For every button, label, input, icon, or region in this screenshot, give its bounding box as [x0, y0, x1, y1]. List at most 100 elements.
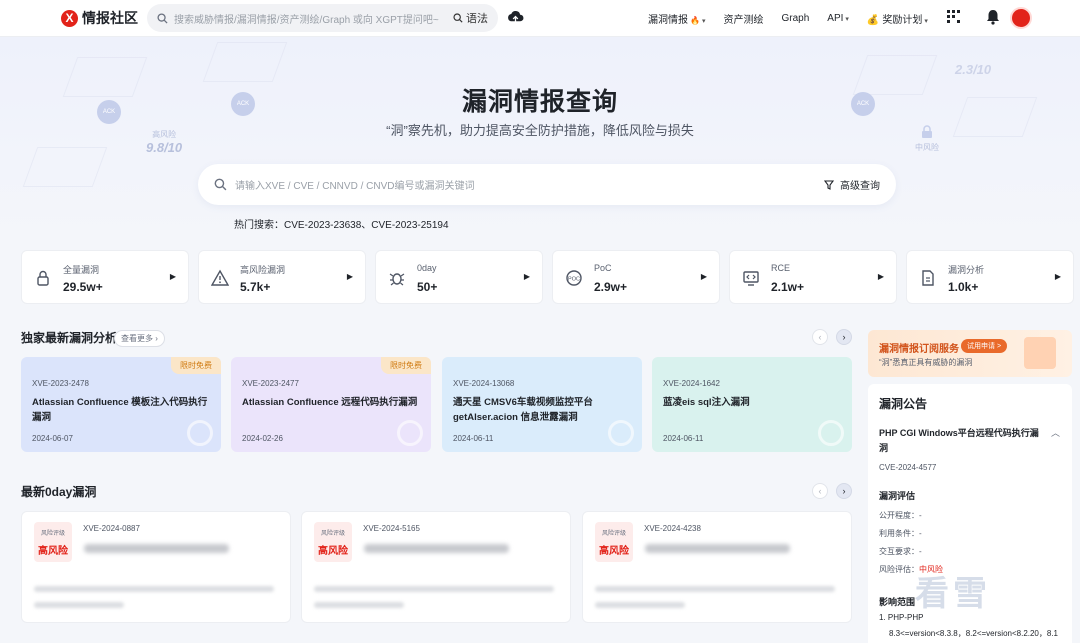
risk-level: 高风险 [318, 546, 348, 557]
eval-key: 公开程度： [879, 511, 919, 520]
prev-page-button[interactable]: ‹ [812, 329, 828, 345]
stat-label: RCE [771, 263, 791, 273]
risk-label: 风险评级 [320, 531, 345, 537]
top-header: X 情报社区 搜索威胁情报/漏洞情报/资产测绘/Graph 或向 XGPT提问吧… [0, 0, 1080, 37]
next-page-button[interactable]: › [836, 483, 852, 499]
zeroday-card[interactable]: 风险评级 高风险 XVE-2024-4238 [582, 511, 852, 623]
nav-vuln-intel-label: 漏洞情报 [648, 15, 688, 26]
hero-section: ACK ACK ACK 高风险 9.8/10 中风险 2.3/10 漏洞情报查询… [0, 37, 1080, 247]
page-subtitle: “洞”察先机，助力提高安全防护措施，降低风险与损失 [386, 123, 694, 138]
apps-grid-icon[interactable] [946, 9, 962, 25]
notice-vuln-title[interactable]: PHP CGI Windows平台远程代码执行漏洞 [879, 426, 1047, 456]
analysis-card[interactable]: XVE-2024-13068 通天星 CMSV6车载视频监控平台 getAlse… [442, 357, 642, 452]
notice-vuln-id: CVE-2024-4577 [879, 463, 937, 472]
decor-high-risk-score: 9.8/10 [146, 140, 183, 155]
vuln-title: 通天星 CMSV6车载视频监控平台 getAlser.acion 信息泄露漏洞 [453, 397, 593, 423]
arrow-right-icon: ▶ [700, 272, 707, 281]
banner-desc: “洞”悉真正具有威胁的漏洞 [879, 358, 973, 367]
view-more-link[interactable]: 查看更多 › [114, 330, 165, 347]
nav-rewards-label: 奖励计划 [882, 15, 923, 26]
analysis-card[interactable]: 限时免费 XVE-2023-2478 Atlassian Confluence … [21, 357, 221, 452]
vuln-date: 2024-06-11 [453, 434, 494, 443]
eval-value: - [919, 547, 922, 556]
stat-card-rce[interactable]: RCE 2.1w+ ▶ [729, 250, 897, 304]
code-icon [743, 271, 759, 286]
arrow-right-icon: ▶ [169, 272, 176, 281]
blurred-title [364, 544, 509, 553]
range-detail: 8.3<=version<8.3.8，8.2<=version<8.2.20，8… [889, 629, 1059, 638]
chevron-down-icon: ▾ [701, 18, 706, 25]
stats-row: 全量漏洞 29.5w+ ▶ 高风险漏洞 5.7k+ ▶ 0day 50+ ▶ P… [21, 250, 1074, 304]
stat-card-all[interactable]: 全量漏洞 29.5w+ ▶ [21, 250, 189, 304]
stat-value: 2.9w+ [594, 280, 628, 294]
next-page-button[interactable]: › [836, 329, 852, 345]
range-title: 影响范围 [879, 597, 916, 607]
main-nav: 漏洞情报 🔥 ▾ 资产测绘 Graph API ▾ 💰 奖励计划 ▾ [648, 0, 928, 37]
lock-icon [37, 270, 49, 286]
syntax-button[interactable]: 语法 [453, 10, 488, 26]
lock-watermark-icon [397, 420, 423, 446]
search-icon [214, 178, 227, 191]
stat-label: 漏洞分析 [948, 265, 985, 275]
analysis-card[interactable]: 限时免费 XVE-2023-2477 Atlassian Confluence … [231, 357, 431, 452]
decor-faded-score-text: 2.3/10 [955, 62, 992, 77]
nav-asset-mapping[interactable]: 资产测绘 [723, 11, 763, 26]
vuln-search-input[interactable]: 请输入XVE / CVE / CNNVD / CNVD编号或漏洞关键词 高级查询 [198, 164, 896, 205]
stat-card-poc[interactable]: POC PoC 2.9w+ ▶ [552, 250, 720, 304]
arrow-right-icon: ▶ [877, 272, 884, 281]
document-icon [922, 270, 934, 286]
eval-row: 公开程度：- [879, 510, 922, 521]
stat-value: 50+ [417, 280, 438, 294]
stat-value: 2.1w+ [771, 280, 805, 294]
nav-graph[interactable]: Graph [781, 13, 809, 24]
vuln-id: XVE-2024-4238 [644, 524, 701, 533]
stat-label: 全量漏洞 [63, 265, 100, 275]
lock-watermark-icon [187, 420, 213, 446]
user-avatar[interactable] [1010, 7, 1032, 29]
eval-title: 漏洞评估 [879, 491, 916, 501]
lock-watermark-icon [818, 420, 844, 446]
arrow-right-icon: ▶ [346, 272, 353, 281]
eval-key: 利用条件： [879, 529, 919, 538]
hot-search-links[interactable]: 热门搜索：CVE-2023-23638、CVE-2023-25194 [234, 216, 449, 231]
vuln-id: XVE-2024-5165 [363, 524, 420, 533]
advanced-search-button[interactable]: 高级查询 [824, 177, 880, 192]
logo-mark: X [61, 9, 78, 27]
nav-rewards[interactable]: 💰 奖励计划 ▾ [867, 11, 928, 26]
site-logo[interactable]: X 情报社区 [61, 8, 138, 28]
eval-key: 交互要求： [879, 547, 919, 556]
analysis-card[interactable]: XVE-2024-1642 蓝凌eis sql注入漏洞 2024-06-11 [652, 357, 852, 452]
nav-api[interactable]: API ▾ [827, 13, 849, 24]
banner-title: 漏洞情报订阅服务 [879, 344, 959, 355]
stat-label: 高风险漏洞 [240, 265, 286, 275]
stat-card-high-risk[interactable]: 高风险漏洞 5.7k+ ▶ [198, 250, 366, 304]
blurred-title [645, 544, 790, 553]
vuln-date: 2024-06-07 [32, 434, 73, 443]
prev-page-button[interactable]: ‹ [812, 483, 828, 499]
trial-apply-button[interactable]: 试用申请 > [961, 339, 1008, 353]
stat-card-analysis[interactable]: 漏洞分析 1.0k+ ▶ [906, 250, 1074, 304]
zeroday-section-title: 最新0day漏洞 [21, 485, 97, 499]
blurred-desc [314, 586, 554, 592]
hex-decor [22, 147, 108, 187]
zeroday-card[interactable]: 风险评级 高风险 XVE-2024-0887 [21, 511, 291, 623]
stat-card-0day[interactable]: 0day 50+ ▶ [375, 250, 543, 304]
syntax-search-icon [453, 13, 463, 23]
nav-vuln-intel[interactable]: 漏洞情报 🔥 ▾ [648, 11, 705, 26]
advanced-search-label: 高级查询 [840, 181, 880, 192]
vuln-id: XVE-2024-13068 [453, 379, 515, 388]
bell-icon[interactable] [986, 9, 1000, 25]
risk-badge: 风险评级 高风险 [314, 522, 352, 562]
zeroday-card[interactable]: 风险评级 高风险 XVE-2024-5165 [301, 511, 571, 623]
upload-cloud-icon[interactable] [507, 10, 524, 25]
chevron-up-icon[interactable]: ︿ [1051, 426, 1060, 439]
vuln-date: 2024-06-11 [663, 434, 704, 443]
stat-value: 29.5w+ [63, 280, 103, 294]
decor-faded-score: 2.3/10 [955, 62, 991, 77]
global-search-input[interactable]: 搜索威胁情报/漏洞情报/资产测绘/Graph 或向 XGPT提问吧~ 语法 [147, 4, 498, 32]
subscription-banner[interactable]: 漏洞情报订阅服务 试用申请 > “洞”悉真正具有威胁的漏洞 [868, 330, 1072, 377]
page-title: 漏洞情报查询 [461, 88, 618, 116]
risk-label: 风险评级 [601, 531, 626, 537]
stat-label: PoC [594, 263, 612, 273]
blurred-title [84, 544, 229, 553]
